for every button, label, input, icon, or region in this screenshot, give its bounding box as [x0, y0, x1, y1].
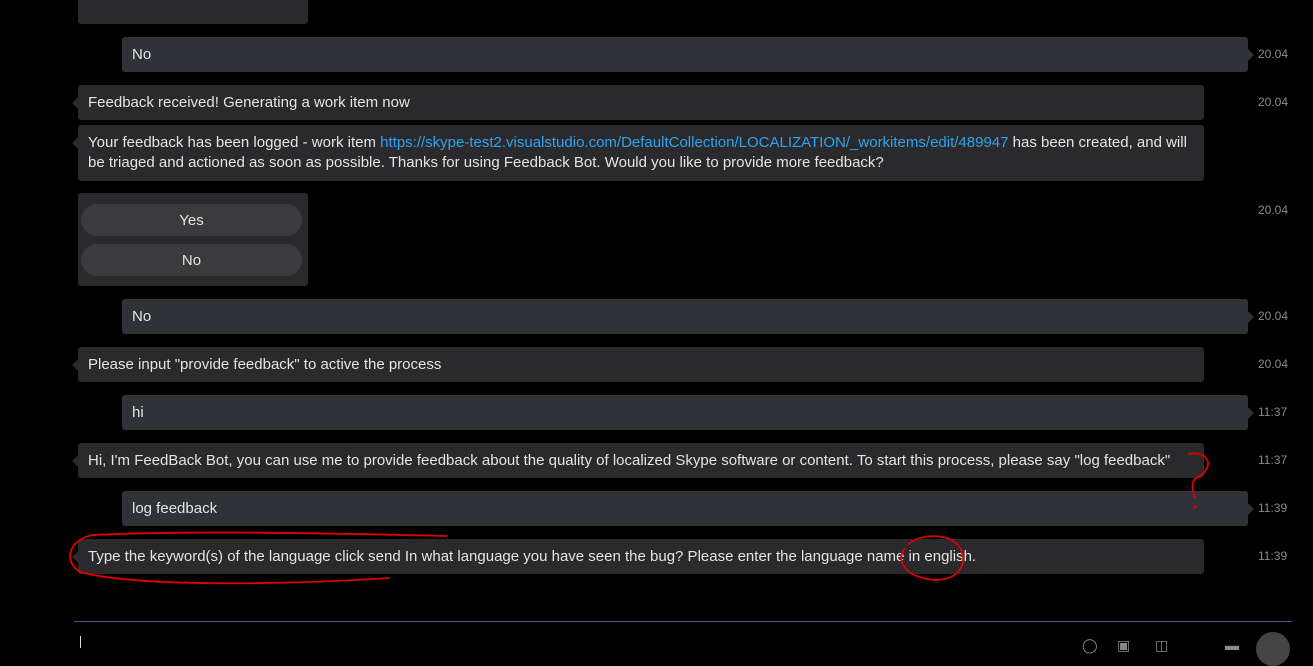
message-time: 20.04 — [1258, 95, 1289, 109]
message-text: Feedback received! Generating a work ite… — [88, 94, 410, 111]
message-time: 11:39 — [1258, 549, 1288, 563]
choice-no-button[interactable]: No — [81, 244, 302, 276]
emoji-icon[interactable]: ◯ — [1082, 637, 1098, 654]
partial-choice-card: No — [78, 0, 308, 24]
message-text-prefix: Your feedback has been logged - work ite… — [88, 134, 381, 151]
incoming-message: Hi, I'm FeedBack Bot, you can use me to … — [72, 443, 1204, 478]
choice-card: Yes No — [78, 193, 308, 286]
message-text: Your feedback has been logged - work ite… — [88, 133, 1194, 173]
message-time: 20.04 — [1258, 47, 1289, 61]
outgoing-message: log feedback — [122, 491, 1254, 526]
message-time: 11:39 — [1258, 501, 1288, 515]
choice-yes-button[interactable]: Yes — [81, 204, 302, 236]
image-icon[interactable]: ▣ — [1117, 637, 1130, 654]
message-text: No — [132, 308, 152, 325]
message-time: 11:37 — [1258, 405, 1288, 419]
message-text: Type the keyword(s) of the language clic… — [88, 548, 977, 565]
message-time: 20.04 — [1258, 309, 1289, 323]
outgoing-message: No — [122, 37, 1254, 72]
work-item-link[interactable]: https://skype-test2.visualstudio.com/Def… — [380, 134, 1008, 151]
incoming-message: Please input "provide feedback" to activ… — [72, 347, 1204, 382]
more-icon[interactable]: ▬ — [1225, 637, 1239, 653]
message-text: log feedback — [132, 500, 218, 517]
incoming-message: Feedback received! Generating a work ite… — [72, 85, 1204, 120]
send-button[interactable] — [1256, 632, 1290, 666]
message-text: hi — [132, 404, 144, 421]
incoming-message: Your feedback has been logged - work ite… — [72, 125, 1204, 181]
message-text: No — [132, 46, 152, 63]
choice-yes-label: Yes — [179, 211, 204, 229]
incoming-message: Type the keyword(s) of the language clic… — [72, 539, 1204, 574]
message-time: 20.04 — [1258, 357, 1289, 371]
outgoing-message: hi — [122, 395, 1254, 430]
message-text: Please input "provide feedback" to activ… — [88, 356, 442, 373]
compose-divider — [74, 621, 1292, 622]
file-icon[interactable]: ◫ — [1155, 637, 1168, 654]
compose-input[interactable] — [80, 636, 81, 648]
choice-no-label: No — [181, 251, 202, 269]
outgoing-message: No — [122, 299, 1254, 334]
message-time: 20.04 — [1258, 203, 1289, 217]
message-text: Hi, I'm FeedBack Bot, you can use me to … — [88, 452, 1171, 469]
message-time: 11:37 — [1258, 453, 1288, 467]
